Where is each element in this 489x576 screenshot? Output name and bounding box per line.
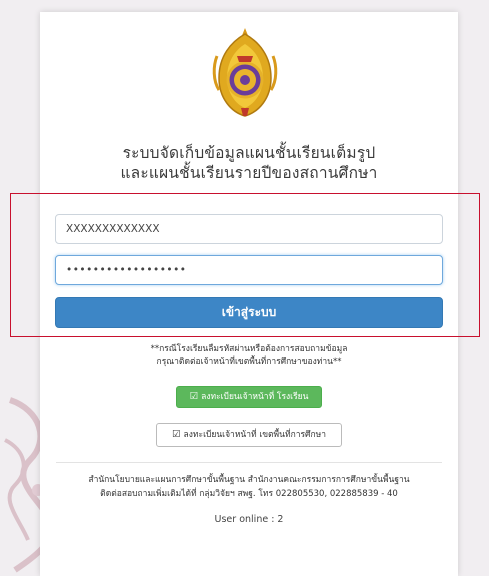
page-title-line2: และแผนชั้นเรียนรายปีของสถานศึกษา xyxy=(120,164,378,182)
register-area-staff-label: ลงทะเบียนเจ้าหน้าที่ เขตพื้นที่การศึกษา xyxy=(183,430,326,440)
forgot-password-notice-line1: **กรณีโรงเรียนลืมรหัสผ่านหรือต้องการสอบถ… xyxy=(150,344,348,354)
register-school-staff-button[interactable]: ☑ ลงทะเบียนเจ้าหน้าที่ โรงเรียน xyxy=(176,386,322,408)
edit-icon: ☑ xyxy=(172,429,181,440)
edit-icon: ☑ xyxy=(189,391,199,402)
register-school-staff-label: ลงทะเบียนเจ้าหน้าที่ โรงเรียน xyxy=(201,392,309,402)
forgot-password-notice-line2: กรุณาติดต่อเจ้าหน้าที่เขตพื้นที่การศึกษา… xyxy=(156,357,342,367)
footer-divider xyxy=(56,462,442,463)
highlight-frame xyxy=(10,193,480,337)
footer-contact: ติดต่อสอบถามเพิ่มเติมได้ที่ กลุ่มวิจัยฯ … xyxy=(100,489,398,499)
obec-emblem-icon xyxy=(212,28,278,117)
user-online-count: User online : 2 xyxy=(214,514,284,525)
register-area-staff-button[interactable]: ☑ ลงทะเบียนเจ้าหน้าที่ เขตพื้นที่การศึกษา xyxy=(156,423,342,447)
page-title-line1: ระบบจัดเก็บข้อมูลแผนชั้นเรียนเต็มรูป xyxy=(122,144,376,162)
footer-organization: สำนักนโยบายและแผนการศึกษาขั้นพื้นฐาน สำน… xyxy=(88,475,410,485)
